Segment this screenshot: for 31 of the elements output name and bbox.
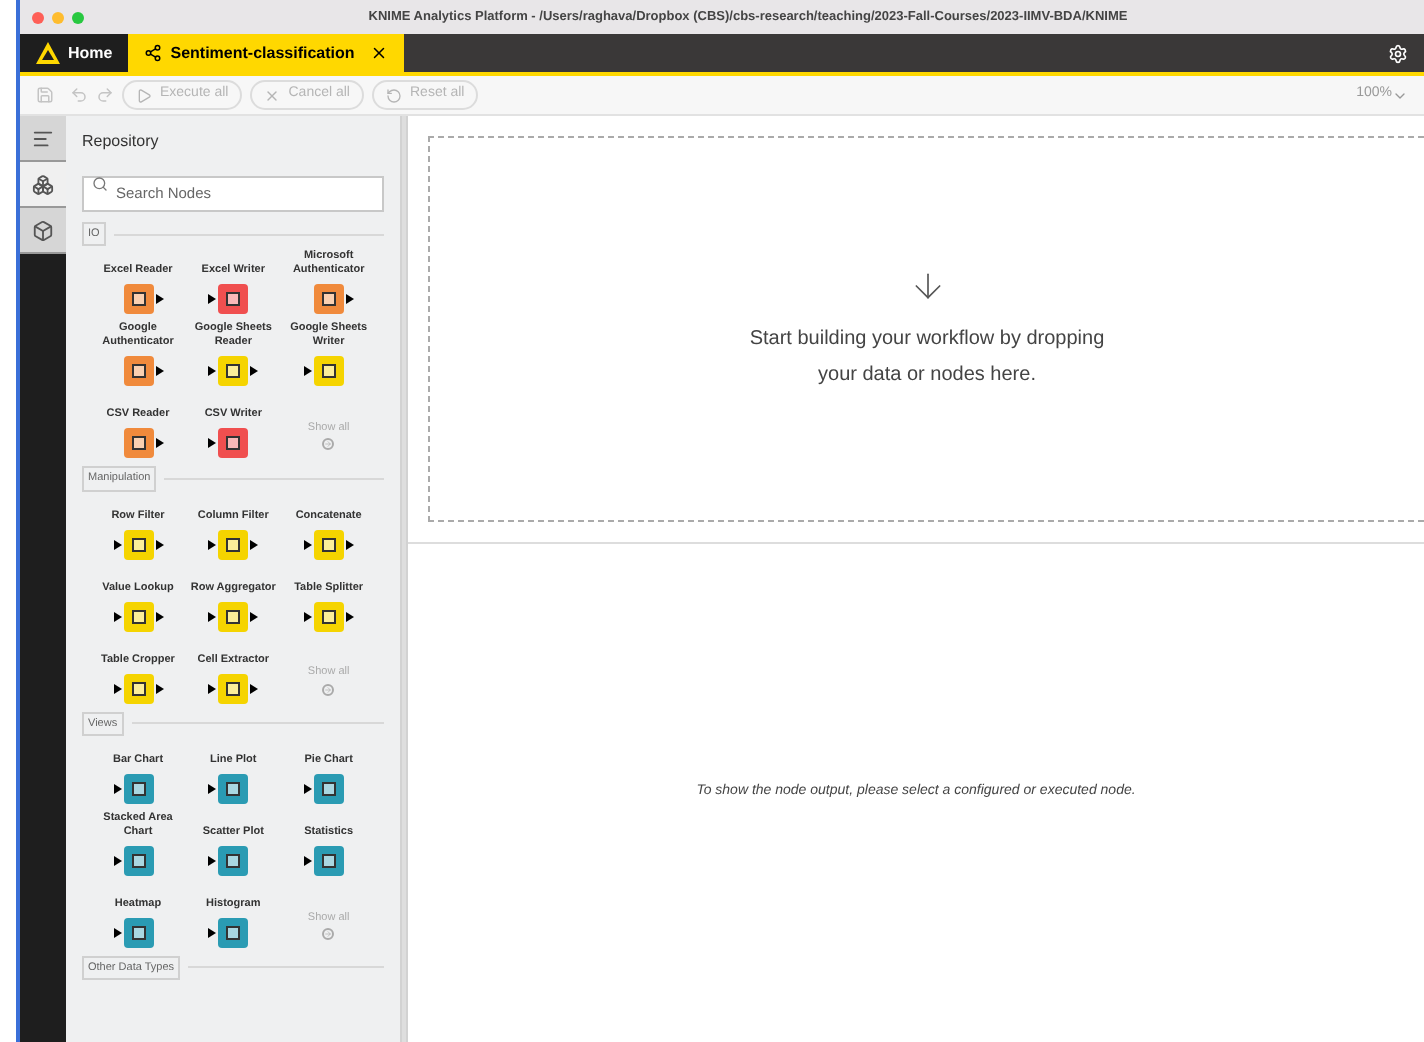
node[interactable] <box>208 529 259 559</box>
node[interactable] <box>208 601 259 631</box>
sidebar-tab[interactable] <box>20 162 66 208</box>
settings-icon[interactable] <box>1388 43 1408 63</box>
play-icon <box>136 87 152 103</box>
node[interactable] <box>303 529 354 559</box>
close-icon <box>264 87 281 103</box>
node[interactable] <box>208 356 259 387</box>
tab[interactable]: Home <box>20 34 129 72</box>
cubes-icon <box>32 173 54 195</box>
drop-zone[interactable]: Start building your workflow by dropping your data or nodes here. <box>428 136 1424 522</box>
panel-title: Repository <box>82 130 161 154</box>
sidebar-tab[interactable] <box>20 208 66 254</box>
triangle-logo-icon <box>36 42 60 64</box>
close-icon <box>370 44 389 62</box>
share-icon <box>144 44 163 62</box>
tab[interactable]: Sentiment-classification <box>128 34 405 72</box>
sidebar-tab[interactable] <box>20 116 66 162</box>
node[interactable] <box>113 529 163 559</box>
arrow-circle-icon <box>322 927 335 940</box>
lines-icon <box>32 127 54 149</box>
arrow-circle-icon <box>322 683 335 696</box>
node[interactable] <box>303 601 354 631</box>
node[interactable] <box>113 673 163 703</box>
search-icon <box>92 176 108 192</box>
arrow-circle-icon <box>322 438 335 451</box>
reset-icon <box>386 87 402 103</box>
cube-icon <box>32 219 54 241</box>
node[interactable] <box>208 673 259 703</box>
node[interactable] <box>113 601 163 631</box>
drop-hint: Start building your workflow by dropping your data or nodes here. <box>747 325 1107 389</box>
